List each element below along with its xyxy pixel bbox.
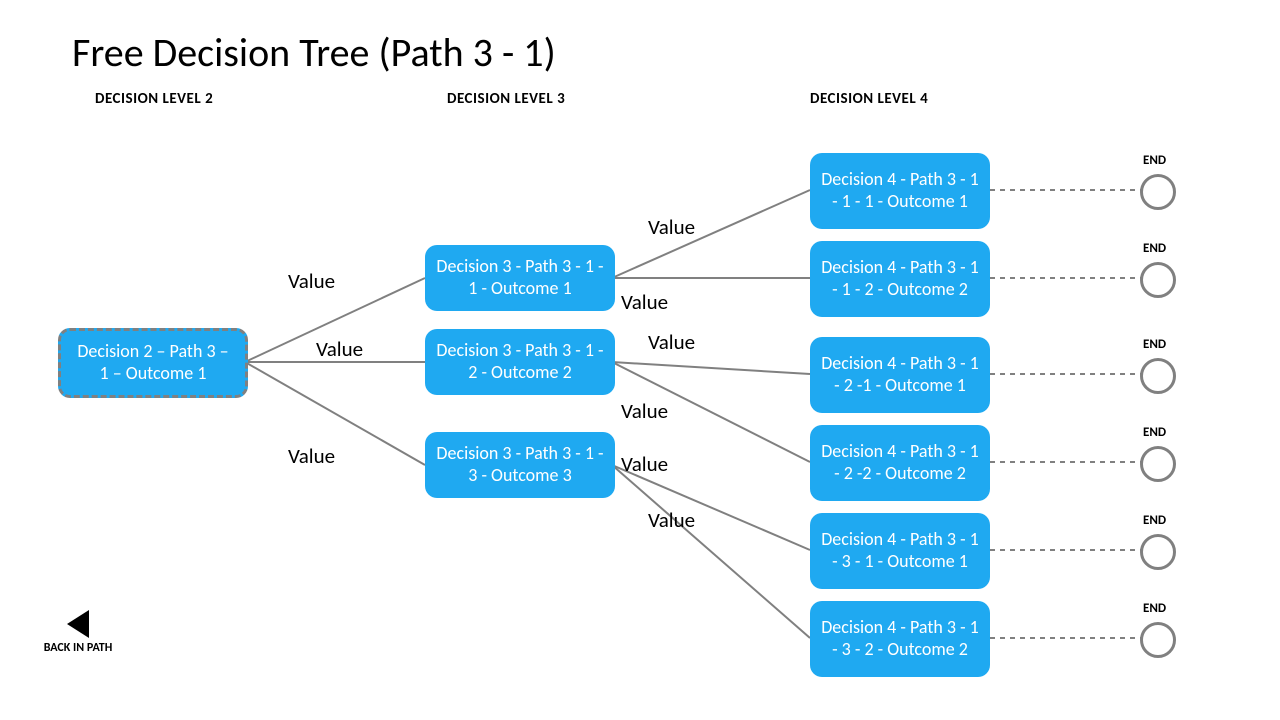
end-label: END [1143,425,1166,440]
edge-label: Value [288,443,335,469]
node-decision-2[interactable]: Decision 2 – Path 3 – 1 – Outcome 1 [58,328,248,398]
end-label: END [1143,337,1166,352]
edge-label: Value [316,336,363,362]
column-header-level-3: DECISION LEVEL 3 [447,90,565,108]
edge-label: Value [621,289,668,315]
end-label: END [1143,601,1166,616]
diagram-canvas: Free Decision Tree (Path 3 - 1) DECISION… [0,0,1280,720]
column-header-level-4: DECISION LEVEL 4 [810,90,928,108]
end-node [1140,446,1176,482]
node-decision-4e[interactable]: Decision 4 - Path 3 - 1 - 3 - 1 - Outcom… [810,513,990,589]
end-node [1140,174,1176,210]
end-node [1140,534,1176,570]
node-decision-4c[interactable]: Decision 4 - Path 3 - 1 - 2 -1 - Outcome… [810,337,990,413]
node-decision-4b[interactable]: Decision 4 - Path 3 - 1 - 1 - 2 - Outcom… [810,241,990,317]
edge-label: Value [648,507,695,533]
end-label: END [1143,153,1166,168]
node-decision-4a[interactable]: Decision 4 - Path 3 - 1 - 1 - 1 - Outcom… [810,153,990,229]
node-decision-3a[interactable]: Decision 3 - Path 3 - 1 - 1 - Outcome 1 [425,245,615,311]
end-label: END [1143,513,1166,528]
node-decision-3c[interactable]: Decision 3 - Path 3 - 1 - 3 - Outcome 3 [425,432,615,498]
back-arrow-icon [67,610,89,638]
edge-label: Value [648,329,695,355]
edge-label: Value [288,268,335,294]
edge-label: Value [648,214,695,240]
edge-label: Value [621,398,668,424]
node-decision-4f[interactable]: Decision 4 - Path 3 - 1 - 3 - 2 - Outcom… [810,601,990,677]
end-node [1140,262,1176,298]
end-node [1140,622,1176,658]
column-header-level-2: DECISION LEVEL 2 [95,90,213,108]
end-label: END [1143,241,1166,256]
node-decision-4d[interactable]: Decision 4 - Path 3 - 1 - 2 -2 - Outcome… [810,425,990,501]
node-decision-3b[interactable]: Decision 3 - Path 3 - 1 - 2 - Outcome 2 [425,329,615,395]
page-title: Free Decision Tree (Path 3 - 1) [72,28,556,77]
back-in-path-button[interactable]: BACK IN PATH [43,610,113,656]
end-node [1140,358,1176,394]
back-button-label: BACK IN PATH [43,642,113,656]
edge-label: Value [621,451,668,477]
